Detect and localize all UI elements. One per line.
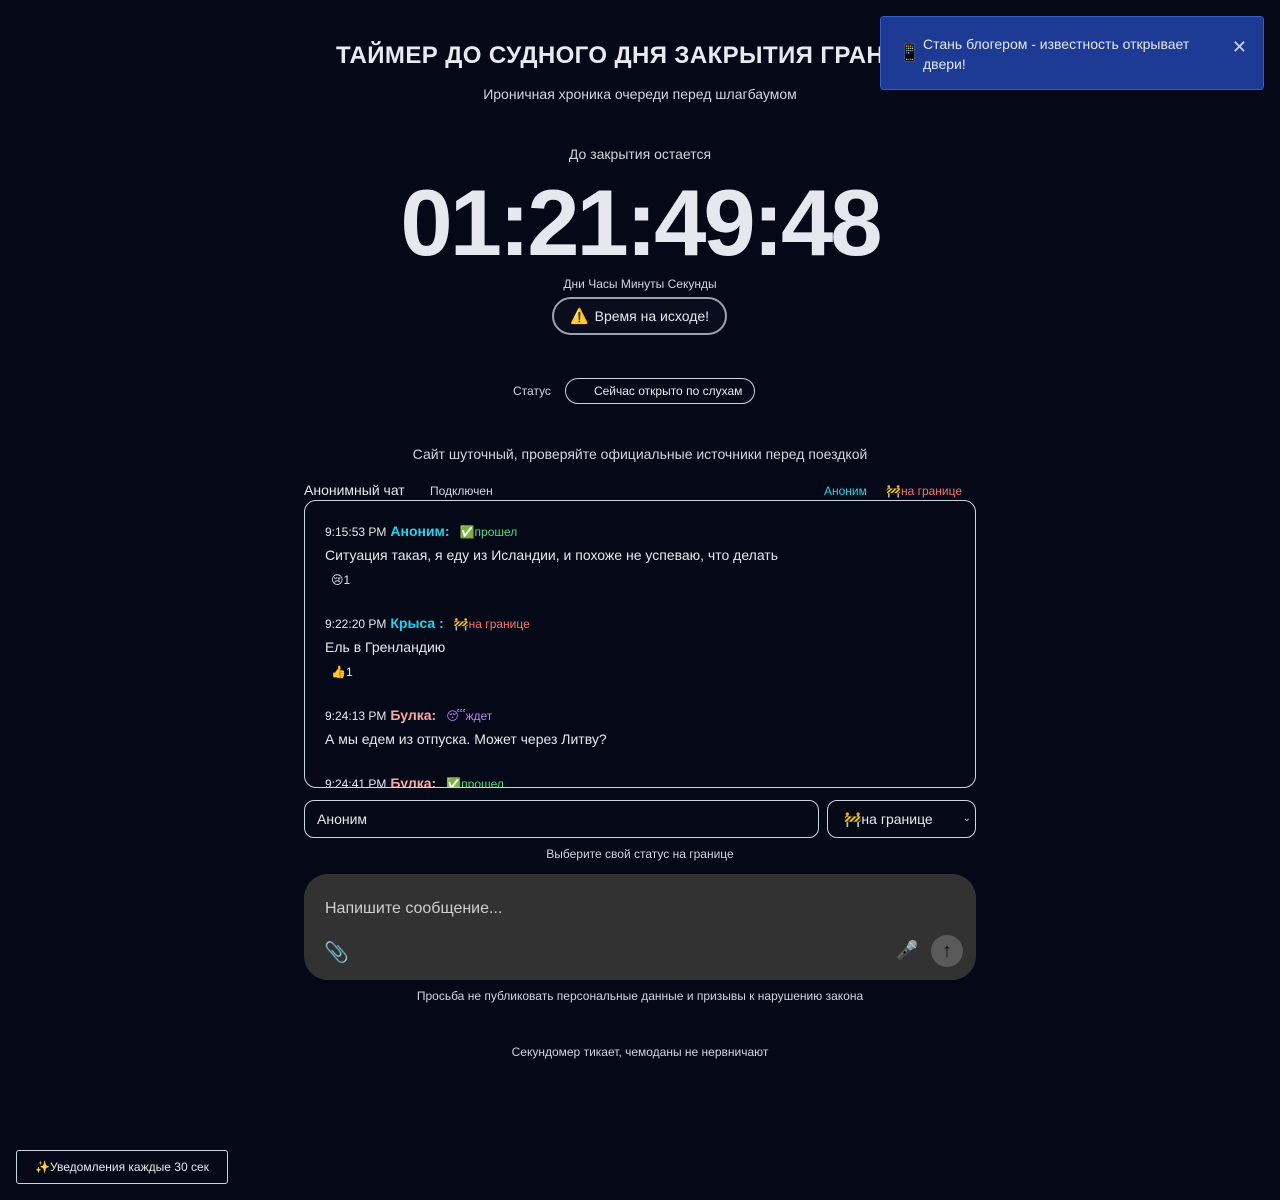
chat-message: 9:24:13 PM Булка: 😴ждет А мы едем из отп… xyxy=(325,707,607,747)
message-time: 9:15:53 PM xyxy=(325,525,387,539)
connection-status: Подключен xyxy=(430,484,493,498)
border-status-select[interactable]: 🚧на границе ⌄ xyxy=(827,800,976,838)
message-input[interactable]: Напишите сообщение... xyxy=(325,900,502,918)
countdown-label: До закрытия остается xyxy=(568,146,712,162)
page-title: ТАЙМЕР ДО СУДНОГО ДНЯ ЗАКРЫТИЯ ГРАН xyxy=(336,42,885,69)
warning-icon: ⚠️ xyxy=(569,308,589,325)
status-select-value: 🚧на границе xyxy=(844,810,933,827)
status-badge: Сейчас открыто по слухам xyxy=(564,378,756,404)
chat-header: Анонимный чат Подключен Аноним 🚧на грани… xyxy=(304,482,976,500)
chat-messages[interactable]: 9:15:53 PM Аноним: ✅прошел Ситуация така… xyxy=(304,500,976,788)
message-reaction[interactable]: 😢1 xyxy=(331,573,778,587)
message-composer: Напишите сообщение... 📎 🎤 ↑ xyxy=(304,874,976,980)
countdown-units: Дни Часы Минуты Секунды xyxy=(563,277,717,291)
chevron-down-icon: ⌄ xyxy=(962,813,971,824)
message-author: Крыса : xyxy=(390,615,444,631)
message-status-badge: ✅прошел xyxy=(446,777,504,788)
nickname-input[interactable] xyxy=(304,800,819,838)
time-alert-text: Время на исходе! xyxy=(594,308,710,324)
chat-title: Анонимный чат xyxy=(304,482,405,498)
border-status: Статус Сейчас открыто по слухам xyxy=(513,378,756,404)
message-time: 9:22:20 PM xyxy=(325,617,387,631)
chat-message: 9:24:41 PM Булка: ✅прошел xyxy=(325,775,504,788)
close-icon[interactable]: ✕ xyxy=(1232,37,1247,58)
status-select-hint: Выберите свой статус на границе xyxy=(546,847,734,861)
message-status-badge: 🚧на границе xyxy=(453,617,530,631)
time-alert-badge: ⚠️ Время на исходе! xyxy=(552,297,727,335)
status-label: Статус xyxy=(513,384,551,398)
message-text: Ситуация такая, я еду из Исландии, и пох… xyxy=(325,547,778,563)
chat-message: 9:15:53 PM Аноним: ✅прошел Ситуация така… xyxy=(325,523,778,587)
paperclip-icon[interactable]: 📎 xyxy=(324,940,349,965)
current-user-status: 🚧на границе xyxy=(886,484,963,498)
message-reaction[interactable]: 👍1 xyxy=(331,665,530,679)
message-time: 9:24:41 PM xyxy=(325,777,387,788)
message-status-badge: ✅прошел xyxy=(459,525,518,539)
toast-text: Стань блогером - известность открывает д… xyxy=(923,36,1190,72)
arrow-up-icon: ↑ xyxy=(942,939,952,962)
countdown-timer: 01:21:49:48 xyxy=(400,170,882,275)
message-text: Ель в Гренландию xyxy=(325,639,446,655)
privacy-note: Просьба не публиковать персональные данн… xyxy=(416,989,864,1003)
message-text: А мы едем из отпуска. Может через Литву? xyxy=(325,731,607,747)
send-button[interactable]: ↑ xyxy=(931,935,963,967)
toast-notification: 📱 Стань блогером - известность открывает… xyxy=(880,16,1264,90)
microphone-icon[interactable]: 🎤 xyxy=(896,940,918,961)
notifications-button[interactable]: ✨Уведомления каждые 30 сек xyxy=(16,1150,228,1184)
message-author: Аноним: xyxy=(390,523,450,539)
chat-message: 9:22:20 PM Крыса : 🚧на границе Ель в Гре… xyxy=(325,615,530,679)
message-author: Булка: xyxy=(390,707,437,723)
disclaimer: Сайт шуточный, проверяйте официальные ис… xyxy=(412,446,868,462)
current-user-name: Аноним xyxy=(824,484,867,498)
phone-icon: 📱 xyxy=(899,43,921,62)
message-author: Булка: xyxy=(390,775,437,788)
message-time: 9:24:13 PM xyxy=(325,709,387,723)
message-status-badge: 😴ждет xyxy=(446,709,493,723)
page: ТАЙМЕР ДО СУДНОГО ДНЯ ЗАКРЫТИЯ ГРАН Ирон… xyxy=(0,0,1280,1200)
footer-note: Секундомер тикает, чемоданы не нервничаю… xyxy=(511,1045,769,1059)
